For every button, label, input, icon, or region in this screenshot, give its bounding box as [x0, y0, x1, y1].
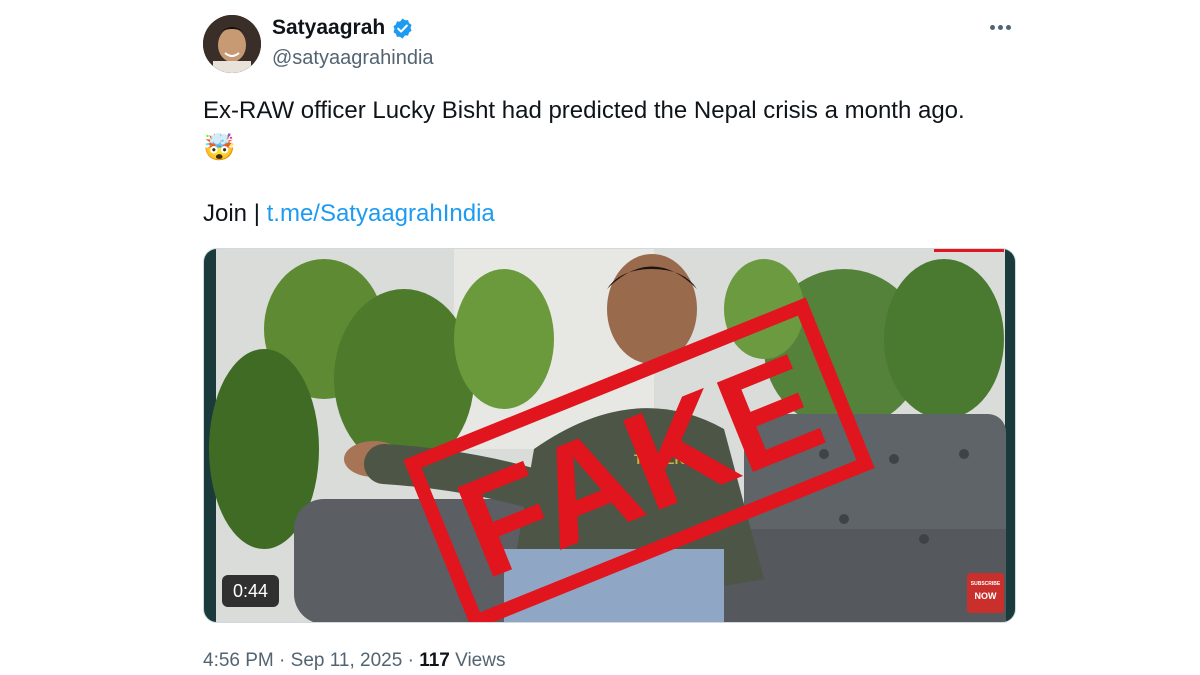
avatar[interactable] [203, 15, 261, 73]
subscribe-now-badge: SUBSCRIBE NOW [967, 573, 1004, 613]
profile-avatar [203, 15, 261, 73]
subscribe-badge-top-text: SUBSCRIBE [970, 581, 1001, 587]
join-line: Join | t.me/SatyaagrahIndia [203, 198, 495, 230]
tweet-meta: 4:56 PM · Sep 11, 2025 · 117 Views [203, 650, 505, 672]
tweet-date[interactable]: Sep 11, 2025 [291, 650, 403, 671]
views-count: 117 [419, 650, 450, 671]
author-handle[interactable]: @satyaagrahindia [272, 47, 434, 70]
tweet-time[interactable]: 4:56 PM [203, 650, 274, 671]
more-dots-icon[interactable] [990, 20, 1016, 34]
author-name-row: Satyaagrah [272, 16, 414, 40]
join-prefix: Join | [203, 200, 267, 227]
views-label: Views [449, 650, 506, 671]
video-duration-badge: 0:44 [222, 575, 280, 607]
exploding-head-emoji: 🤯 [203, 132, 236, 162]
meta-separator: · [273, 650, 291, 671]
meta-separator: · [402, 650, 420, 671]
author-display-name[interactable]: Satyaagrah [272, 16, 385, 40]
telegram-link[interactable]: t.me/SatyaagrahIndia [267, 200, 495, 227]
verified-badge-icon [393, 17, 412, 39]
video-thumbnail[interactable]: TER LK FAKE [203, 248, 1016, 623]
subscribe-badge-bottom-text: NOW [974, 591, 997, 601]
tweet-text: Ex-RAW officer Lucky Bisht had predicted… [203, 97, 965, 124]
video-frame-illustration: TER LK FAKE [204, 249, 1015, 622]
